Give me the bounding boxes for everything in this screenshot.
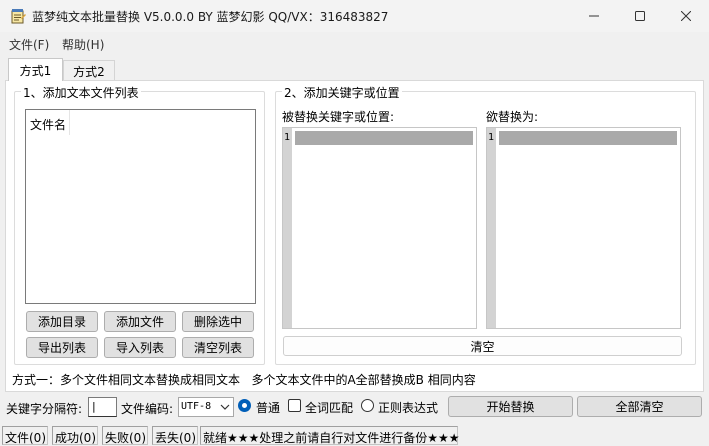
status-success-count: 成功(0) xyxy=(52,426,98,445)
minimize-button[interactable] xyxy=(571,0,617,32)
minimize-icon xyxy=(589,15,599,17)
file-list[interactable]: 文件名 xyxy=(25,109,256,304)
replace-from-editor[interactable]: 1 xyxy=(282,127,477,329)
separator-input[interactable]: | xyxy=(88,397,117,417)
add-directory-button[interactable]: 添加目录 xyxy=(26,311,98,332)
column-header-filename[interactable]: 文件名 xyxy=(26,110,70,135)
maximize-icon xyxy=(635,11,645,21)
options-bar: 关键字分隔符: | 文件编码: UTF-8 普通 全词匹配 正则表达式 开始替换… xyxy=(0,394,709,420)
whole-word-label[interactable]: 全词匹配 xyxy=(305,399,353,416)
menu-bar: 文件(F) 帮助(H) xyxy=(0,32,709,54)
separator-label: 关键字分隔符: xyxy=(6,402,83,416)
current-line-highlight xyxy=(499,131,677,145)
line-number-gutter: 1 xyxy=(487,128,496,328)
menu-file[interactable]: 文件(F) xyxy=(9,36,49,53)
close-icon xyxy=(681,11,691,21)
status-failed-count: 失败(0) xyxy=(102,426,148,445)
encoding-value: UTF-8 xyxy=(181,401,212,412)
window-title: 蓝梦纯文本批量替换 V5.0.0.0 BY 蓝梦幻影 QQ/VX：3164838… xyxy=(32,10,389,24)
mode-description: 方式一：多个文件相同文本替换成相同文本 多个文本文件中的A全部替换成B 相同内容 xyxy=(12,373,476,387)
title-bar[interactable]: 蓝梦纯文本批量替换 V5.0.0.0 BY 蓝梦幻影 QQ/VX：3164838… xyxy=(0,0,709,32)
normal-mode-radio[interactable] xyxy=(238,399,251,412)
status-lost-count: 丢失(0) xyxy=(152,426,198,445)
line-number: 1 xyxy=(284,132,291,143)
menu-help[interactable]: 帮助(H) xyxy=(62,36,104,53)
file-list-group-title: 1、添加文本文件列表 xyxy=(21,84,141,101)
line-number: 1 xyxy=(488,132,495,143)
current-line-highlight xyxy=(295,131,473,145)
tab-mode-1[interactable]: 方式1 xyxy=(8,58,63,81)
close-button[interactable] xyxy=(663,0,709,32)
notepad-icon xyxy=(11,9,26,24)
clear-all-button[interactable]: 全部清空 xyxy=(577,396,702,417)
status-file-count: 文件(0) xyxy=(2,426,48,445)
normal-mode-label[interactable]: 普通 xyxy=(256,399,280,416)
status-bar: 文件(0) 成功(0) 失败(0) 丢失(0) 就绪★★★处理之前请自行对文件进… xyxy=(0,424,709,446)
regex-mode-label[interactable]: 正则表达式 xyxy=(378,399,438,416)
status-message: 就绪★★★处理之前请自行对文件进行备份★★★ xyxy=(200,426,460,445)
regex-mode-radio[interactable] xyxy=(361,399,374,412)
clear-keywords-button[interactable]: 清空 xyxy=(283,336,682,356)
replace-from-label: 被替换关键字或位置: xyxy=(282,110,395,124)
export-list-button[interactable]: 导出列表 xyxy=(26,337,98,358)
encoding-label: 文件编码: xyxy=(121,402,174,416)
clear-list-button[interactable]: 清空列表 xyxy=(182,337,254,358)
whole-word-checkbox[interactable] xyxy=(288,399,301,412)
line-number-gutter: 1 xyxy=(283,128,292,328)
chevron-down-icon xyxy=(220,404,230,410)
keyword-group-title: 2、添加关键字或位置 xyxy=(282,84,402,101)
replace-to-editor[interactable]: 1 xyxy=(486,127,681,329)
tab-mode-2[interactable]: 方式2 xyxy=(63,60,115,81)
replace-to-label: 欲替换为: xyxy=(486,110,539,124)
import-list-button[interactable]: 导入列表 xyxy=(104,337,176,358)
start-replace-button[interactable]: 开始替换 xyxy=(448,396,573,417)
tab-panel: 1、添加文本文件列表 文件名 添加目录 添加文件 删除选中 导出列表 导入列表 … xyxy=(5,80,704,392)
delete-selected-button[interactable]: 删除选中 xyxy=(182,311,254,332)
maximize-button[interactable] xyxy=(617,0,663,32)
encoding-select[interactable]: UTF-8 xyxy=(178,397,234,417)
add-file-button[interactable]: 添加文件 xyxy=(104,311,176,332)
